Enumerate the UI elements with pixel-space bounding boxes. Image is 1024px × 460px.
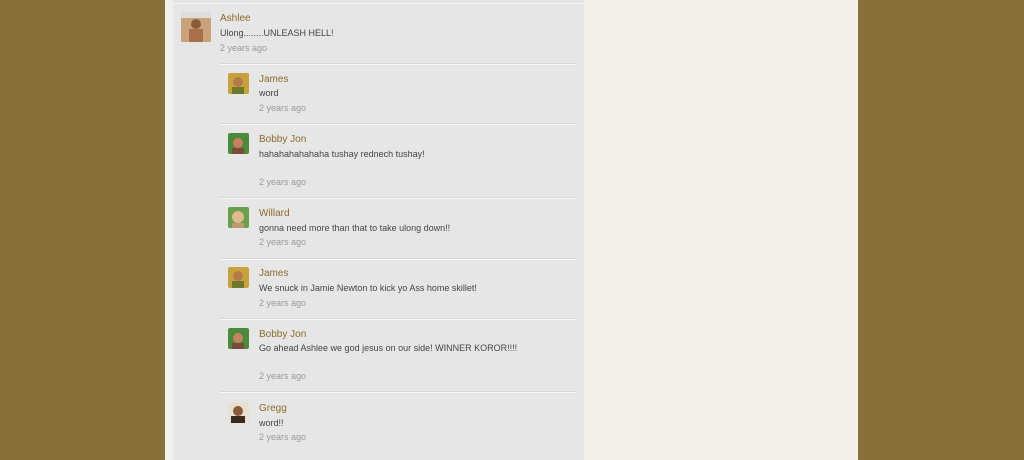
reply-time: 2 years ago — [259, 103, 307, 113]
reply-time: 2 years ago — [259, 237, 307, 247]
divider — [220, 318, 576, 320]
reply-text: word — [259, 88, 279, 98]
divider — [220, 123, 576, 125]
divider — [173, 3, 584, 4]
comment-time: 2 years ago — [220, 43, 268, 53]
divider — [220, 258, 576, 260]
reply-text: word!! — [259, 418, 284, 428]
reply-author[interactable]: Bobby Jon — [259, 329, 306, 340]
reply-author[interactable]: Bobby Jon — [259, 134, 306, 145]
page-content: Ashlee Ulong........UNLEASH HELL! 2 year… — [165, 0, 858, 460]
ashlee-avatar[interactable] — [181, 12, 211, 42]
comment-text: Ulong........UNLEASH HELL! — [220, 28, 334, 38]
comment-author[interactable]: Ashlee — [220, 13, 251, 24]
reply-time: 2 years ago — [259, 177, 307, 187]
reply-author[interactable]: James — [259, 74, 288, 85]
james-avatar[interactable] — [228, 73, 249, 94]
reply-author[interactable]: Gregg — [259, 403, 287, 414]
divider — [220, 63, 576, 65]
reply-time: 2 years ago — [259, 298, 307, 308]
bobbyjon-avatar[interactable] — [228, 328, 249, 349]
willard-avatar[interactable] — [228, 207, 249, 228]
gregg-avatar[interactable] — [228, 402, 249, 423]
reply-author[interactable]: Willard — [259, 208, 290, 219]
reply-text: Go ahead Ashlee we god jesus on our side… — [259, 343, 518, 353]
reply-text: We snuck in Jamie Newton to kick yo Ass … — [259, 283, 477, 293]
reply-author[interactable]: James — [259, 268, 288, 279]
bobbyjon-avatar[interactable] — [228, 133, 249, 154]
james-avatar[interactable] — [228, 267, 249, 288]
comments-panel: Ashlee Ulong........UNLEASH HELL! 2 year… — [173, 0, 584, 460]
divider — [220, 391, 576, 393]
reply-time: 2 years ago — [259, 432, 307, 442]
reply-text: gonna need more than that to take ulong … — [259, 223, 451, 233]
reply-time: 2 years ago — [259, 371, 307, 381]
divider — [220, 197, 576, 199]
reply-text: hahahahahahaha tushay rednech tushay! — [259, 149, 425, 159]
